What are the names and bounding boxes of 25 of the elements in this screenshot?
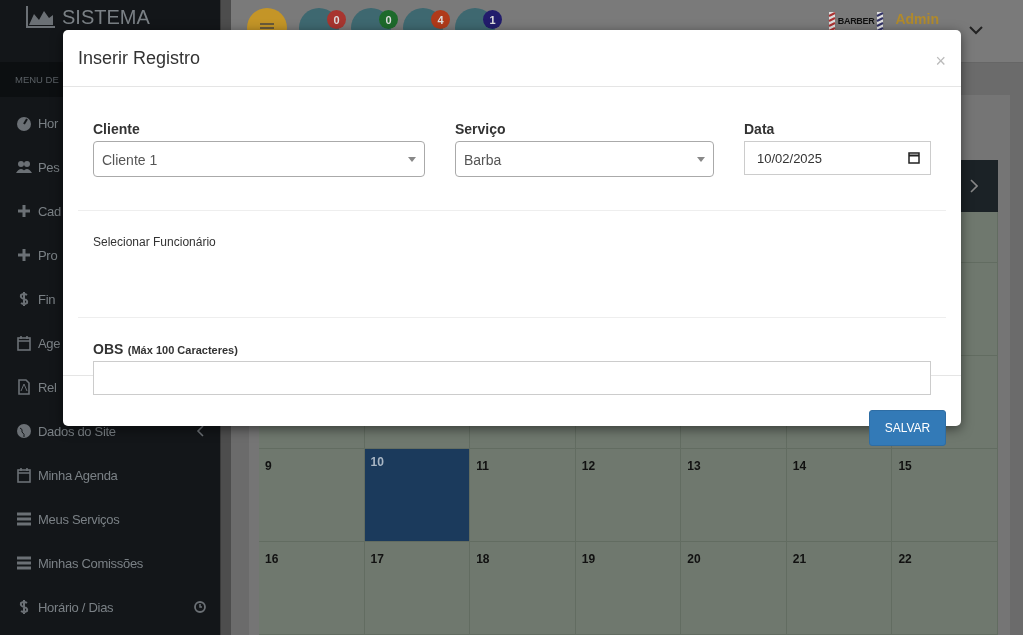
menu-label: Fin: [38, 291, 56, 307]
field-hint: (Máx 100 Caracteres): [127, 344, 238, 356]
menu-label: Minha Agenda: [38, 467, 118, 483]
menu-label: Age: [38, 335, 61, 351]
count-badge: 4: [431, 10, 450, 29]
modal-title: Inserir Registro: [78, 47, 201, 69]
menu-heading: MENU DE: [15, 74, 59, 85]
menu-label: Hor: [38, 115, 59, 131]
field-label: Data: [744, 121, 776, 137]
field-label: Cliente: [93, 121, 141, 137]
menu-label: Cad: [38, 203, 61, 219]
brand-name: SISTEMA: [62, 6, 150, 28]
menu-label: Meus Serviços: [38, 511, 120, 527]
count-badge: 0: [379, 10, 398, 29]
menu-label: Horário / Dias: [38, 599, 114, 615]
menu-label: Rel: [38, 379, 57, 395]
field-label: OBS: [93, 341, 124, 357]
field-label: Serviço: [455, 121, 507, 137]
menu-label: Dados do Site: [38, 423, 116, 439]
menu-label: Pes: [38, 159, 60, 175]
field-label: Selecionar Funcionário: [93, 234, 216, 249]
count-badge: 0: [327, 10, 346, 29]
count-badge: 1: [483, 10, 502, 29]
menu-label: Minhas Comissões: [38, 555, 143, 571]
menu-label: Pro: [38, 247, 58, 263]
